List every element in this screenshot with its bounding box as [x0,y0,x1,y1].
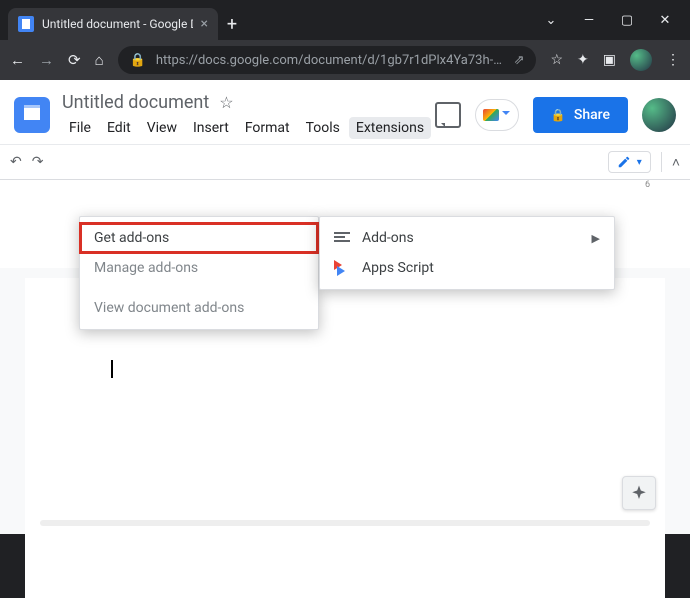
google-docs-app: Untitled document ☆ File Edit View Inser… [0,80,690,534]
meet-camera-icon [483,109,499,121]
menu-tools[interactable]: Tools [299,117,347,139]
home-icon[interactable]: ⌂ [95,51,104,69]
browser-titlebar: Untitled document - Google Doc × + ⌄ — ▢… [0,0,690,40]
menu-file[interactable]: File [62,117,98,139]
docs-header: Untitled document ☆ File Edit View Inser… [0,80,690,144]
submenu-item-apps-script[interactable]: Apps Script [320,253,614,283]
collapse-icon[interactable]: ˄ [672,154,680,171]
lock-icon: 🔒 [551,108,566,122]
menu-insert[interactable]: Insert [186,117,236,139]
browser-toolbar: ← → ⟳ ⌂ 🔒 https://docs.google.com/docume… [0,40,690,80]
extensions-submenu: Add-ons ▶ Apps Script [319,216,615,290]
caret-down-icon [502,111,510,119]
tab-close-icon[interactable]: × [201,16,208,32]
menu-item-label: Manage add-ons [94,260,198,276]
share-button[interactable]: 🔒 Share [533,97,628,133]
maximize-icon[interactable]: ▢ [620,13,634,28]
menu-item-label: View document add-ons [94,300,244,316]
menu-item-get-addons[interactable]: Get add-ons [80,223,318,253]
lock-icon: 🔒 [130,53,146,68]
menu-item-view-document-addons[interactable]: View document add-ons [80,293,318,323]
submenu-item-label: Add-ons [362,230,414,246]
reload-icon[interactable]: ⟳ [68,51,81,69]
star-icon[interactable]: ☆ [219,93,233,112]
comments-icon[interactable] [435,102,461,128]
addons-icon [334,232,350,244]
submenu-item-label: Apps Script [362,260,434,276]
undo-icon[interactable]: ↶ [10,154,22,170]
address-bar[interactable]: 🔒 https://docs.google.com/document/d/1gb… [118,46,537,74]
share-url-icon[interactable]: ⇗ [514,53,525,68]
explore-button[interactable] [622,476,656,510]
docs-favicon-icon [18,16,34,32]
ruler[interactable]: 6 [0,180,690,198]
url-text: https://docs.google.com/document/d/1gb7r… [156,53,502,68]
menu-edit[interactable]: Edit [100,117,138,139]
back-icon[interactable]: ← [10,51,25,69]
submenu-arrow-icon: ▶ [592,232,600,245]
document-title[interactable]: Untitled document [62,92,209,113]
text-cursor [111,360,113,378]
new-tab-button[interactable]: + [218,8,246,40]
account-avatar[interactable] [642,98,676,132]
explore-star-icon [630,484,648,502]
close-window-icon[interactable]: ✕ [658,13,672,28]
bookmark-star-icon[interactable]: ☆ [550,52,563,68]
share-label: Share [574,107,610,123]
header-actions: 🔒 Share [435,97,676,133]
ruler-mark: 6 [645,180,650,190]
menu-format[interactable]: Format [238,117,297,139]
extensions-dropdown: Get add-ons Manage add-ons View document… [79,216,319,330]
caret-down-icon: ▾ [637,157,642,168]
apps-script-icon [334,260,350,276]
tabs-icon[interactable]: ▣ [603,52,616,68]
horizontal-scrollbar[interactable] [40,520,650,526]
redo-icon[interactable]: ↷ [32,154,44,170]
meet-button[interactable] [475,99,519,131]
editing-mode-button[interactable]: ▾ [608,151,651,173]
menu-item-label: Get add-ons [94,230,169,246]
docs-toolbar: ↶ ↷ ▾ ˄ [0,144,690,180]
pencil-icon [617,155,631,169]
submenu-item-addons[interactable]: Add-ons ▶ [320,223,614,253]
tab-title: Untitled document - Google Doc [42,17,193,31]
menu-view[interactable]: View [140,117,184,139]
menu-bar: File Edit View Insert Format Tools Exten… [62,117,431,139]
browser-profile-avatar[interactable] [630,49,652,71]
chevron-down-icon[interactable]: ⌄ [544,13,558,28]
extensions-puzzle-icon[interactable]: ✦ [577,52,589,68]
menu-extensions[interactable]: Extensions [349,117,431,139]
menu-item-manage-addons[interactable]: Manage add-ons [80,253,318,283]
forward-icon[interactable]: → [39,51,54,69]
minimize-icon[interactable]: — [582,13,596,28]
browser-menu-icon[interactable]: ⋮ [666,52,680,68]
window-controls: ⌄ — ▢ ✕ [544,0,690,40]
docs-logo-icon[interactable] [14,97,50,133]
browser-tab[interactable]: Untitled document - Google Doc × [8,8,218,40]
